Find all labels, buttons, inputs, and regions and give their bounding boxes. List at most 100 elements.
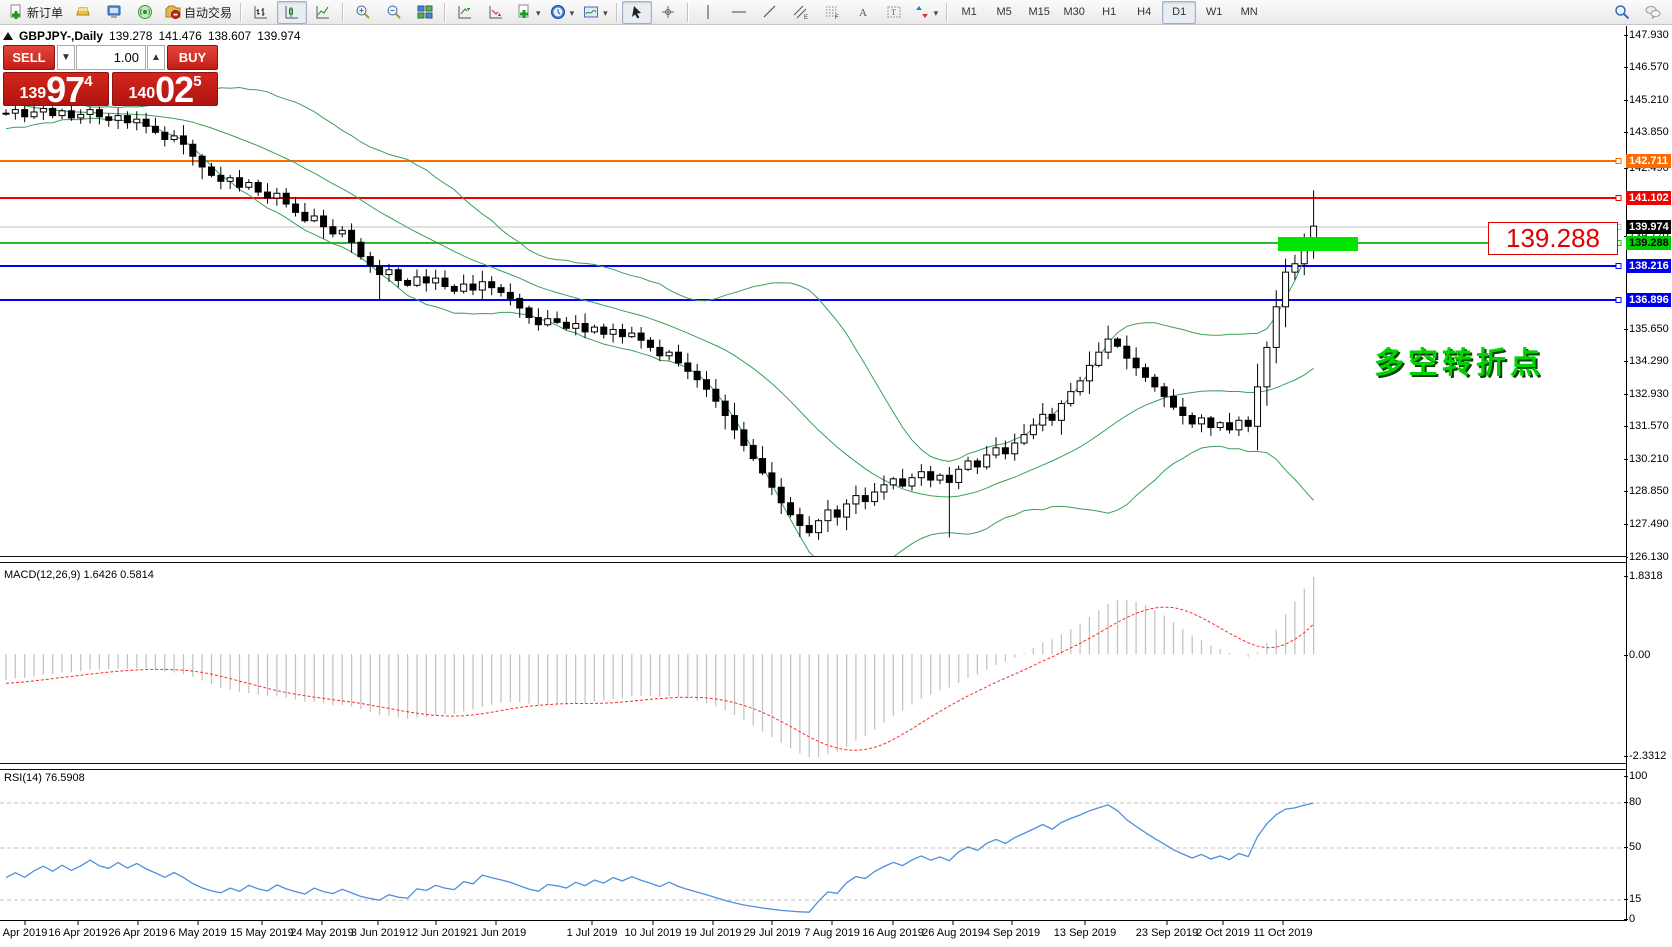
sell-price-button[interactable]: 139 97 4 [3,72,109,106]
date-label: 6 May 2019 [169,927,226,939]
date-label: 2 Oct 2019 [1196,927,1250,939]
period-button[interactable] [546,1,579,24]
bar-chart-button[interactable] [246,1,276,24]
price-tick: 146.570 [1629,61,1669,73]
date-label: 1 Jul 2019 [567,927,618,939]
rsi-pane-splitter[interactable] [0,763,1626,770]
fibonacci-icon: F [824,4,840,20]
rsi-label: RSI(14) 76.5908 [4,772,85,784]
date-label: 4 Sep 2019 [984,927,1040,939]
gold-button[interactable] [68,1,98,24]
timeframe-button-h1[interactable]: H1 [1092,1,1126,24]
equidistant-channel-button[interactable]: E [786,1,816,24]
timeframe-button-h4[interactable]: H4 [1127,1,1161,24]
collapse-panel-icon[interactable] [3,32,13,40]
rsi-tick: 0 [1629,913,1635,925]
horizontal-line-button[interactable] [724,1,754,24]
timeframe-button-w1[interactable]: W1 [1197,1,1231,24]
date-label: 3 Jun 2019 [351,927,405,939]
timeframe-button-m5[interactable]: M5 [987,1,1021,24]
market-watch-icon [106,4,122,20]
svg-text:F: F [835,15,839,20]
bar-chart-icon [253,4,269,20]
rsi-tick: 100 [1629,770,1647,782]
fibonacci-button[interactable]: F [817,1,847,24]
horizontal-line-icon [731,4,747,20]
vertical-line-button[interactable] [693,1,723,24]
svg-text:A: A [859,7,867,19]
timeframe-button-m30[interactable]: M30 [1057,1,1091,24]
macd-indicator [6,577,1314,757]
search-button[interactable] [1607,1,1637,24]
buy-price-base: 140 [128,85,155,103]
sell-price-base: 139 [19,85,46,103]
trendline-button[interactable] [755,1,785,24]
date-label: Apr 2019 [3,927,48,939]
auto-trading-label: 自动交易 [184,4,232,21]
dropdown-caret-icon [602,5,608,19]
zoom-out-button[interactable] [379,1,409,24]
signal-button[interactable] [130,1,160,24]
macd-tick: -2.3312 [1629,750,1666,762]
volume-decrease-button[interactable]: ▼ [57,45,75,70]
market-watch-button[interactable] [99,1,129,24]
indicator-window-down-button[interactable] [481,1,511,24]
new-order-label: 新订单 [27,4,63,21]
timeframe-button-d1[interactable]: D1 [1162,1,1196,24]
price-line-label: 139.974 [1626,220,1671,234]
zoom-in-button[interactable] [348,1,378,24]
date-label: 29 Jul 2019 [744,927,801,939]
chart-canvas[interactable] [0,0,1672,947]
date-label: 24 May 2019 [290,927,354,939]
chat-button[interactable] [1638,1,1668,24]
text-button[interactable]: A [848,1,878,24]
buy-price-button[interactable]: 140 02 5 [112,72,218,106]
indicator-up-icon [457,4,473,20]
cursor-button[interactable] [622,1,652,24]
auto-trading-button[interactable]: 自动交易 [161,1,236,24]
price-line-label: 142.711 [1626,154,1671,168]
volume-increase-button[interactable]: ▲ [147,45,165,70]
template-button[interactable] [579,1,612,24]
dropdown-caret-icon [933,5,939,19]
macd-pane-splitter[interactable] [0,556,1626,563]
price-axis[interactable]: 147.930146.570145.210143.850142.490139.7… [1627,0,1672,947]
date-label: 23 Sep 2019 [1136,927,1198,939]
tile-windows-button[interactable] [410,1,440,24]
horizontal-price-lines[interactable] [0,159,1621,303]
candlesticks [3,100,1317,540]
price-tick: 130.210 [1629,453,1669,465]
arrows-button[interactable] [910,1,943,24]
price-tick: 147.930 [1629,29,1669,41]
crosshair-button[interactable] [653,1,683,24]
date-label: 26 Apr 2019 [108,927,167,939]
text-label-button[interactable]: T [879,1,909,24]
turning-point-annotation: 多空转折点 [1374,338,1544,382]
signal-icon [137,4,153,20]
timeframe-button-m1[interactable]: M1 [952,1,986,24]
price-tick: 134.290 [1629,355,1669,367]
candlestick-chart-button[interactable] [277,1,307,24]
sell-button[interactable]: SELL [3,45,55,70]
timeframe-button-mn[interactable]: MN [1232,1,1266,24]
add-indicator-button[interactable] [512,1,545,24]
price-callout-box[interactable]: 139.288 [1488,222,1618,255]
macd-tick: 1.8318 [1629,570,1663,582]
indicator-window-up-button[interactable] [450,1,480,24]
ohlc-low: 138.607 [208,29,251,43]
timeframe-button-m15[interactable]: M15 [1022,1,1056,24]
buy-button[interactable]: BUY [167,45,218,70]
toolbar-separator [342,3,344,22]
pane-frames [25,921,1283,925]
indicator-down-icon [488,4,504,20]
price-tick: 126.130 [1629,551,1669,563]
crosshair-icon [660,4,676,20]
add-indicator-icon [516,4,532,20]
toolbar-separator [687,3,689,22]
volume-input[interactable] [76,45,146,70]
zoom-out-icon [386,4,402,20]
new-order-button[interactable]: 新订单 [4,1,67,24]
line-chart-button[interactable] [308,1,338,24]
green-highlight-rect[interactable] [1278,237,1358,251]
symbol-name: GBPJPY-,Daily [19,29,103,43]
